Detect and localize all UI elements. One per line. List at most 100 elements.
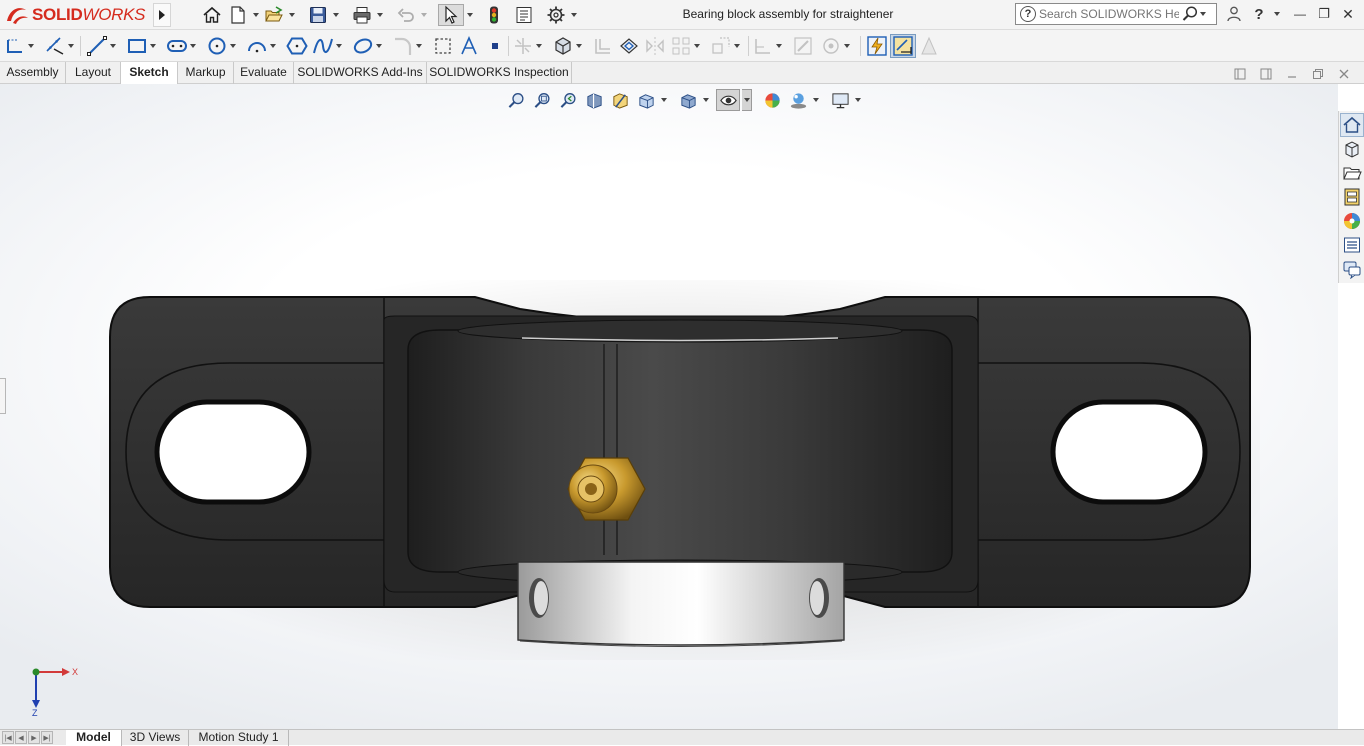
undo-button[interactable] [394,4,418,26]
document-restore-icon[interactable] [1311,67,1325,81]
tab-markup[interactable]: Markup [178,62,234,84]
minimize-button[interactable]: — [1292,3,1308,25]
next-tab-icon[interactable]: ▶ [28,731,40,744]
slot-dropdown[interactable] [188,35,197,57]
new-document-button[interactable] [226,4,250,26]
spline-dropdown[interactable] [334,35,343,57]
first-tab-icon[interactable]: |◀ [2,731,14,744]
user-account-button[interactable] [1226,3,1242,25]
previous-view-button[interactable] [556,89,580,111]
construction-geometry-button[interactable] [432,34,454,58]
sketch-button[interactable] [4,34,35,58]
polygon-button[interactable] [286,34,308,58]
document-close-icon[interactable] [1337,67,1351,81]
sketch-text-button[interactable] [458,34,480,58]
shaded-contours-button[interactable] [918,34,940,58]
tab-solidworks-inspection[interactable]: SOLIDWORKS Inspection [427,62,572,84]
solidworks-logo[interactable]: SOLIDWORKS [4,2,152,28]
offset-entities-button[interactable] [592,34,614,58]
zoom-to-area-button[interactable] [530,89,554,111]
select-dropdown[interactable] [466,4,474,26]
design-library-tab[interactable] [1340,137,1364,161]
last-tab-icon[interactable]: ▶| [41,731,53,744]
previous-tab-icon[interactable]: ◀ [15,731,27,744]
rectangle-dropdown[interactable] [148,35,157,57]
tab-assembly[interactable]: Assembly [0,62,66,84]
tab-solidworks-add-ins[interactable]: SOLIDWORKS Add-Ins [294,62,427,84]
rebuild-button[interactable] [482,4,506,26]
linear-pattern-button[interactable] [670,34,701,58]
view-palette-tab[interactable] [1340,185,1364,209]
section-view-button[interactable] [582,89,606,111]
view-settings-dropdown[interactable] [854,89,862,111]
circle-button[interactable] [206,34,237,58]
bearing-block-model[interactable] [100,280,1260,660]
move-entities-button[interactable] [710,34,741,58]
ellipse-dropdown[interactable] [374,35,383,57]
trim-entities-dropdown[interactable] [534,35,543,57]
circle-dropdown[interactable] [228,35,237,57]
feature-manager-flyout-handle[interactable] [0,378,6,414]
tab-model[interactable]: Model [66,730,122,746]
tile-right-icon[interactable] [1259,67,1273,81]
hide-show-items-dropdown[interactable] [742,89,752,111]
reference-triad[interactable]: X Z [24,660,80,716]
options-dropdown[interactable] [570,4,578,26]
print-button[interactable] [350,4,374,26]
smart-dimension-button[interactable] [44,34,75,58]
spline-button[interactable] [312,34,343,58]
solidworks-forum-tab[interactable] [1340,257,1364,281]
convert-entities-dropdown[interactable] [574,35,583,57]
sketch-dropdown[interactable] [26,35,35,57]
display-relations-dropdown[interactable] [774,35,783,57]
tab-evaluate[interactable]: Evaluate [234,62,294,84]
hide-show-items-button[interactable] [716,89,740,111]
display-style-button[interactable] [676,89,700,111]
file-properties-button[interactable] [512,4,536,26]
quick-snaps-dropdown[interactable] [842,35,851,57]
document-minimize-icon[interactable] [1285,67,1299,81]
instant2d-button[interactable] [890,34,916,58]
solidworks-resources-tab[interactable] [1339,113,1364,137]
expand-menu-button[interactable] [153,3,171,27]
edit-appearance-button[interactable] [760,89,784,111]
line-dropdown[interactable] [108,35,117,57]
tab-layout[interactable]: Layout [66,62,121,84]
sketch-fillet-dropdown[interactable] [414,35,423,57]
close-button[interactable]: ✕ [1340,3,1356,25]
smart-dimension-dropdown[interactable] [66,35,75,57]
sketch-fillet-button[interactable] [392,34,423,58]
view-settings-button[interactable] [828,89,852,111]
search-icon[interactable] [1181,5,1199,23]
search-help-box[interactable]: ? [1015,3,1217,25]
slot-button[interactable] [166,34,197,58]
view-orientation-button[interactable] [634,89,658,111]
point-button[interactable] [484,34,506,58]
new-document-dropdown[interactable] [252,4,260,26]
arc-dropdown[interactable] [268,35,277,57]
open-button[interactable] [262,4,286,26]
move-entities-dropdown[interactable] [732,35,741,57]
help-dropdown[interactable] [1273,3,1281,25]
restore-button[interactable]: ❐ [1316,3,1332,25]
save-button[interactable] [306,4,330,26]
apply-scene-button[interactable] [786,89,810,111]
display-style-dropdown[interactable] [702,89,710,111]
rapid-sketch-button[interactable] [866,34,888,58]
search-options-dropdown[interactable] [1199,3,1207,25]
tab-3d-views[interactable]: 3D Views [122,730,189,746]
select-button[interactable] [438,4,464,26]
tab-motion-study-1[interactable]: Motion Study 1 [189,730,289,746]
search-input[interactable] [1039,7,1179,21]
help-button[interactable]: ? [1252,3,1266,25]
arc-button[interactable] [246,34,277,58]
undo-dropdown[interactable] [420,4,428,26]
save-dropdown[interactable] [332,4,340,26]
tile-left-icon[interactable] [1233,67,1247,81]
repair-sketch-button[interactable] [792,34,814,58]
zoom-to-fit-button[interactable] [504,89,528,111]
home-button[interactable] [200,4,224,26]
apply-scene-dropdown[interactable] [812,89,820,111]
open-dropdown[interactable] [288,4,296,26]
line-button[interactable] [86,34,117,58]
